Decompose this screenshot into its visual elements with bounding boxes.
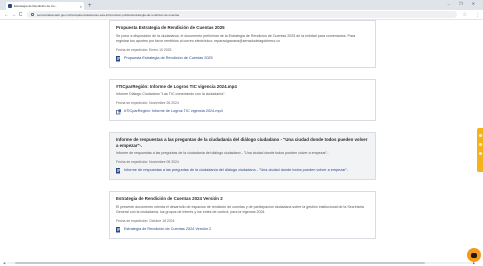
video-link-text[interactable]: #TICparRegión: Informe de Logros TIC vig… (124, 109, 223, 114)
lock-icon (31, 13, 34, 16)
back-button[interactable]: ← (3, 12, 10, 18)
document-link-text[interactable]: Informe de respuestas a las preguntas de… (124, 168, 348, 173)
document-link[interactable]: Informe de respuestas a las preguntas de… (116, 168, 369, 174)
browser-tab-strip: Estrategia de Rendición de Cu... × + – ❐… (0, 0, 483, 10)
document-icon (116, 168, 120, 174)
card-title: Estrategia de Rendición de Cuentas 2024 … (116, 196, 223, 202)
browser-menu-icon[interactable]: ⋮ (475, 12, 480, 18)
side-accessibility-tab[interactable] (477, 128, 483, 172)
address-bar[interactable]: secretariasenado.gov.co/transparencia/ac… (27, 11, 457, 18)
bookmark-star-icon[interactable]: ☆ (463, 12, 467, 18)
document-link-text[interactable]: Propuesta Estrategia de Rendición de Cue… (124, 56, 213, 61)
browser-tab[interactable]: Estrategia de Rendición de Cu... × (6, 2, 84, 10)
scroll-thumb[interactable] (15, 262, 425, 264)
card-date: Fecha de expedición: Noviembre 26 2024 (116, 101, 179, 106)
scroll-right-icon[interactable]: ▶ (473, 261, 477, 265)
document-icon (116, 226, 120, 233)
tab-title: Estrategia de Rendición de Cu... (14, 4, 58, 8)
document-card: #TICparRegión: Informe de Logros TIC vig… (109, 78, 376, 122)
side-tab-dot-icon (478, 152, 482, 155)
document-link-text[interactable]: Estrategia de Rendición de Cuentas 2024 … (124, 227, 211, 232)
scroll-track[interactable] (7, 262, 473, 264)
card-description: Se pone a disposición de la ciudadanía, … (116, 33, 356, 43)
document-card: Estrategia de Rendición de Cuentas 2024 … (109, 191, 376, 239)
browser-toolbar: ← → C secretariasenado.gov.co/transparen… (0, 10, 483, 20)
card-date: Fecha de expedición: Enero 10 2025 (116, 47, 172, 52)
external-link-icon (116, 109, 121, 115)
window-controls[interactable]: – ❐ ✕ (448, 1, 479, 6)
url-text: secretariasenado.gov.co/transparencia/ac… (37, 12, 180, 17)
forward-button[interactable]: → (10, 12, 17, 18)
document-icon (116, 55, 120, 62)
site-favicon-icon (8, 4, 12, 8)
chat-button[interactable] (467, 248, 481, 262)
document-list: Propuesta Estrategia de Rendición de Cue… (109, 20, 376, 250)
card-title: Propuesta Estrategia de Rendición de Cue… (116, 25, 225, 30)
card-date: Fecha de expedición: Octubre 18 2024 (116, 218, 175, 223)
card-date: Fecha de expedición: Noviembre 05 2024 (116, 160, 179, 165)
card-description: Informe Diálogo Ciudadano "Las TIC conec… (116, 92, 226, 97)
card-title: #TICparRegión: Informe de Logros TIC vig… (116, 83, 237, 89)
document-card: Propuesta Estrategia de Rendición de Cue… (109, 20, 376, 68)
card-description: Informe de respuestas a las preguntas de… (116, 151, 330, 156)
document-card: Informe de respuestas a las preguntas de… (109, 132, 376, 181)
card-description: El presente documento orienta el desarro… (116, 204, 364, 214)
side-tab-dot-icon (478, 134, 482, 137)
video-link[interactable]: #TICparRegión: Informe de Logros TIC vig… (116, 109, 369, 115)
new-tab-button[interactable]: + (88, 2, 92, 10)
side-tab-dot-icon (478, 143, 482, 146)
chat-bubble-icon (471, 252, 477, 258)
document-link[interactable]: Estrategia de Rendición de Cuentas 2024 … (116, 226, 369, 233)
card-title: Informe de respuestas a las preguntas de… (116, 137, 368, 148)
page-viewport: Propuesta Estrategia de Rendición de Cue… (0, 20, 483, 266)
horizontal-scrollbar[interactable]: ◀ ▶ (3, 261, 477, 265)
document-link[interactable]: Propuesta Estrategia de Rendición de Cue… (116, 55, 369, 62)
reload-button[interactable]: C (17, 12, 24, 18)
close-icon[interactable]: × (80, 4, 82, 9)
